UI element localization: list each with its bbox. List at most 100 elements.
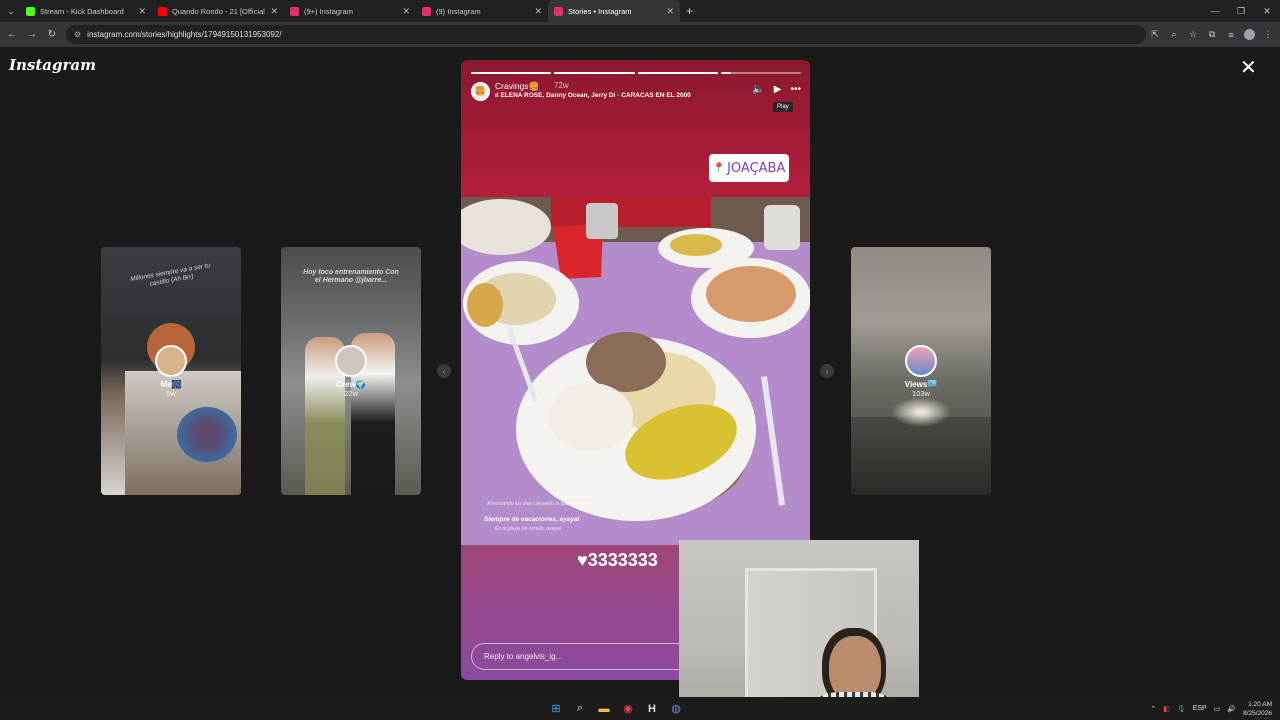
progress-segment [471,72,552,74]
tab-close-icon[interactable]: ✕ [666,6,674,17]
tab-search-icon[interactable]: ⌄ [2,0,20,22]
side-story-views[interactable]: Views🏙️ 103w [851,247,991,495]
reply-input[interactable] [484,652,674,661]
tab-favicon-icon [422,6,431,16]
instagram-logo[interactable]: Instagram [9,56,96,74]
address-bar[interactable]: ⚙ instagram.com/stories/highlights/17949… [66,25,1146,44]
os-taskbar: ⊞ ⌕ ▬ ◉ H ◍ ⌃ ◧ 🎙 ESP ▭ 🔊 1:20 AM 8/25/2… [0,697,1280,720]
side-story-crew[interactable]: Hoy toco entrenamiento Con el Hermano @j… [281,247,421,495]
tab-favicon-icon [554,6,563,16]
browser-tab[interactable]: Quando Rondo - 21 [Official Au ✕ [152,0,284,22]
browser-tab-bar: ⌄ Stream - Kick Dashboard ✕ Quando Rondo -… [0,0,1280,22]
system-tray: ⌃ ◧ 🎙 ESP ▭ 🔊 1:20 AM 8/25/2026 [1150,697,1272,720]
next-story-icon[interactable]: › [820,364,834,378]
play-tooltip: Play [773,102,793,112]
previous-story-icon[interactable]: ‹ [437,364,451,378]
highlight-avatar[interactable]: 🍔 [471,82,490,101]
tab-favicon-icon [26,6,35,16]
side-story-time: 22w [344,388,358,398]
story-music[interactable]: ıl ELENA ROSE, Danny Ocean, Jerry Di · C… [495,92,691,99]
side-story-name: Views🏙️ [904,379,938,389]
photo-caption-main: Siempre de vacaciones, ayayai [484,516,580,523]
tab-favicon-icon [290,6,299,16]
highlight-name[interactable]: Cravings🍔 [495,81,539,92]
story-header: 🍔 Cravings🍔 72w ıl ELENA ROSE, Danny Oce… [471,80,801,102]
back-icon[interactable]: ← [2,29,22,40]
file-explorer-icon[interactable]: ▬ [596,701,612,717]
tab-close-icon[interactable]: ✕ [402,6,410,17]
clock-time: 1:20 AM [1248,700,1272,708]
progress-segment-current [720,72,801,74]
site-info-icon[interactable]: ⚙ [74,30,81,39]
clock-date: 8/25/2026 [1243,709,1272,717]
tab-title: Stream - Kick Dashboard [40,6,124,16]
install-app-icon[interactable]: ⇱ [1149,29,1161,40]
location-name: JOAÇABA [727,160,786,176]
microphone-icon[interactable]: 🎙 [1177,705,1186,713]
side-story-avatar [155,344,187,377]
url-text: instagram.com/stories/highlights/1794915… [87,30,282,39]
close-viewer-icon[interactable]: ✕ [1240,58,1257,78]
tab-close-icon[interactable]: ✕ [138,6,146,17]
minimize-icon[interactable]: — [1202,0,1228,22]
new-tab-button[interactable]: + [686,4,693,18]
location-sticker[interactable]: 📍 JOAÇABA [709,154,789,182]
windows-start-icon[interactable]: ⊞ [548,701,564,717]
reload-icon[interactable]: ↻ [42,29,62,40]
browser-tab[interactable]: (9+) Instagram ✕ [284,0,416,22]
tray-app-icon[interactable]: ◧ [1163,705,1170,713]
side-story-name: Me🎆 [160,379,182,389]
side-story-avatar [335,344,367,377]
food-plates-illustration [461,197,810,521]
mute-icon[interactable]: 🔈 [752,84,764,95]
side-story-time: 103w [912,388,930,398]
more-options-icon[interactable]: ••• [790,84,801,95]
browser-tab[interactable]: Stream - Kick Dashboard ✕ [20,0,152,22]
media-control-icon[interactable]: ≡ [1225,30,1237,40]
tab-close-icon[interactable]: ✕ [534,6,542,17]
tray-expand-icon[interactable]: ⌃ [1150,705,1156,713]
browser-tab[interactable]: (9) Instagram ✕ [416,0,548,22]
discord-icon[interactable]: ◍ [668,701,684,717]
search-icon[interactable]: ⌕ [572,701,588,717]
language-indicator[interactable]: ESP [1193,705,1207,712]
close-window-icon[interactable]: ✕ [1254,0,1280,22]
progress-segment [637,72,718,74]
side-story-time: 5w [166,388,176,398]
tab-title: Stories • Instagram [568,6,632,16]
photo-caption-bottom: En la playa sin sonido, ayayai [495,526,561,532]
tab-favicon-icon [158,6,167,16]
browser-menu-icon[interactable]: ⋮ [1262,29,1274,40]
browser-tab[interactable]: Stories • Instagram ✕ [548,0,680,22]
clock[interactable]: 1:20 AM 8/25/2026 [1243,700,1272,718]
story-progress [471,72,801,74]
side-story-name: Crew🌍 [336,379,366,389]
music-text: ELENA ROSE, Danny Ocean, Jerry Di · CARA… [500,92,691,99]
app-h-icon[interactable]: H [644,701,660,717]
window-controls: — ❐ ✕ [1202,0,1280,22]
music-bars-icon: ıl [495,92,499,99]
tab-title: (9+) Instagram [304,6,353,16]
bookmark-star-icon[interactable]: ☆ [1187,29,1199,40]
side-story-avatar [905,344,937,377]
story-photo: Almorzando los dias Llenando la que se h… [461,197,810,545]
chrome-icon[interactable]: ◉ [620,701,636,717]
side-story-me[interactable]: Millones siempre va a ser tu castillo (A… [101,247,241,495]
photo-caption-top: Almorzando los dias Llenando la que se h… [487,501,591,507]
forward-icon[interactable]: → [22,29,42,40]
location-pin-icon: 📍 [712,162,726,174]
webcam-overlay [679,540,919,720]
tab-close-icon[interactable]: ✕ [270,6,278,17]
story-viewer: Instagram ✕ Millones siempre va a ser tu… [0,47,1280,697]
tab-title: Quando Rondo - 21 [Official Au [172,6,267,16]
extensions-icon[interactable]: ⧉ [1206,29,1218,40]
zoom-icon[interactable]: ⌕ [1168,29,1180,40]
tab-title: (9) Instagram [436,6,481,16]
play-icon[interactable]: ▶ [774,84,782,95]
likes-text: ♥3333333 [577,550,658,570]
profile-avatar[interactable] [1244,29,1255,40]
volume-icon[interactable]: 🔊 [1227,705,1236,713]
restore-icon[interactable]: ❐ [1228,0,1254,22]
network-icon[interactable]: ▭ [1214,705,1221,713]
progress-segment [554,72,635,74]
